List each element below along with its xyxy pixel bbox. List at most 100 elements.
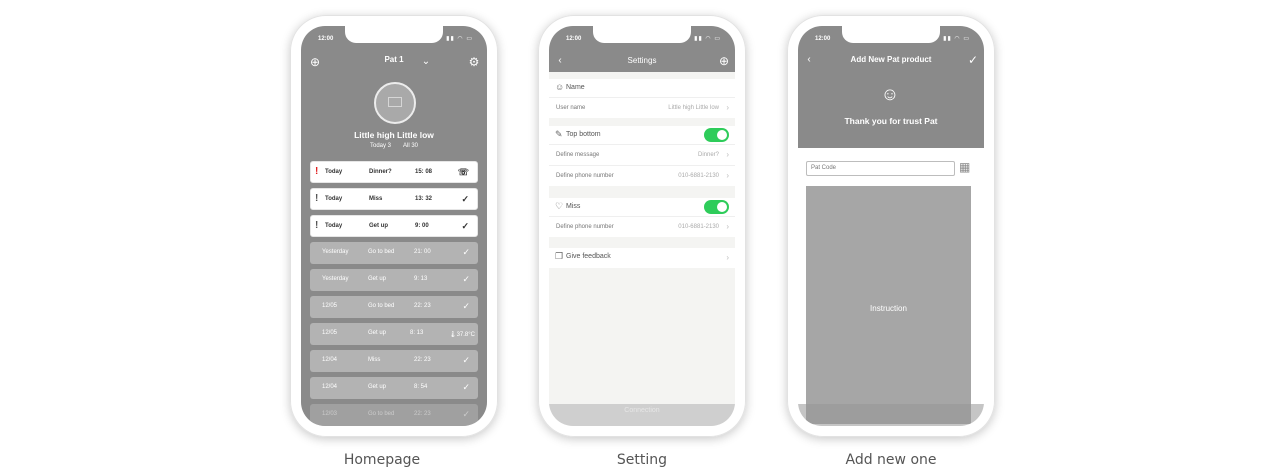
check-icon: ✓	[462, 355, 470, 365]
homepage-phone: 12:00 ▮▮ ◠ ▭ ⊕ Pat 1 ⌄ ⚙ Little high Lit…	[290, 15, 498, 437]
settings-phone: 12:00 ▮▮ ◠ ▭ ‹ Settings ⊕ ☺ Name User na…	[538, 15, 746, 437]
check-icon: ✓	[461, 221, 469, 231]
list-item[interactable]: 12/05 Go to bed 22: 23 ✓	[310, 296, 478, 318]
chevron-down-icon[interactable]: ⌄	[419, 55, 433, 69]
edit-icon: ✎	[555, 129, 563, 139]
pat-code-input[interactable]: Pat Code	[806, 161, 955, 176]
connection-footer[interactable]: Connection	[549, 404, 735, 426]
homepage-screen: 12:00 ▮▮ ◠ ▭ ⊕ Pat 1 ⌄ ⚙ Little high Lit…	[301, 26, 487, 426]
row-day: 12/03	[322, 411, 338, 417]
user-name-row[interactable]: User name Little high Little low ›	[549, 97, 735, 118]
check-icon: ✓	[462, 274, 470, 284]
instruction-label: Instruction	[870, 304, 907, 313]
list-item[interactable]: ! Today Miss 13: 32 ✓	[310, 188, 478, 210]
pet-selector[interactable]: Pat 1	[301, 55, 487, 64]
row-day: Yesterday	[322, 276, 349, 282]
add-new-caption: Add new one	[845, 452, 937, 468]
list-item[interactable]: ! Today Dinner? 15: 08 ☏	[310, 161, 478, 183]
list-item[interactable]: 12/04 Get up 8: 54 ✓	[310, 377, 478, 399]
thanks-text: Thank you for trust Pat	[844, 116, 938, 126]
page-title: Settings	[627, 56, 657, 65]
check-icon: ✓	[461, 194, 469, 204]
connection-label: Connection	[624, 407, 660, 414]
add-footer	[798, 404, 984, 426]
define-message-row[interactable]: Define message Dinner? ›	[549, 144, 735, 165]
add-circle-icon[interactable]: ⊕	[717, 54, 731, 68]
check-icon: ✓	[462, 382, 470, 392]
setting-caption: Setting	[616, 452, 668, 468]
row-time: 8: 13	[410, 330, 424, 336]
feedback-row[interactable]: ❐ Give feedback ›	[549, 248, 735, 268]
list-item[interactable]: 12/05 Get up 8: 13 🌡37.8°C	[310, 323, 478, 345]
row-time: 22: 23	[414, 357, 431, 363]
check-icon: ✓	[462, 409, 470, 419]
row-day: Today	[325, 223, 343, 229]
today-count: Today 3	[369, 143, 391, 149]
smile-icon: ☺	[880, 84, 900, 104]
row-event: Get up	[368, 330, 387, 336]
list-item[interactable]: Yesterday Go to bed 21: 00 ✓	[310, 242, 478, 264]
define-phone-label: Define phone number	[556, 173, 614, 179]
miss-phone-row[interactable]: Define phone number 010-6881-2130 ›	[549, 216, 735, 237]
row-event: Miss	[369, 196, 383, 202]
define-phone-row[interactable]: Define phone number 010-6881-2130 ›	[549, 165, 735, 186]
feedback-section[interactable]: ❐ Give feedback ›	[549, 248, 735, 268]
add-new-screen: ‹ Add New Pat product ✓ ☺ Thank you for …	[798, 26, 984, 426]
row-event: Dinner?	[369, 169, 392, 175]
gear-icon[interactable]: ⚙	[467, 55, 481, 69]
row-event: Get up	[368, 276, 387, 282]
row-time: 8: 54	[414, 384, 428, 390]
name-section-header: ☺ Name	[549, 79, 735, 97]
status-time: 12:00	[318, 36, 334, 42]
check-icon[interactable]: ✓	[966, 53, 980, 67]
alert-icon: !	[315, 220, 319, 231]
alert-icon: !	[315, 193, 319, 204]
thermometer-icon: 🌡37.8°C	[448, 332, 475, 338]
feedback-label: Give feedback	[566, 253, 611, 260]
chevron-right-icon: ›	[726, 150, 729, 159]
home-header: ⊕ Pat 1 ⌄ ⚙	[301, 52, 487, 72]
top-bottom-label: Top bottom	[566, 131, 601, 138]
check-icon: ✓	[462, 301, 470, 311]
list-item[interactable]: 12/03 Go to bed 22: 23 ✓	[310, 404, 478, 426]
list-item[interactable]: 12/04 Miss 22: 23 ✓	[310, 350, 478, 372]
define-phone-value: 010-6881-2130	[678, 173, 719, 179]
row-time: 22: 23	[414, 411, 431, 417]
row-event: Get up	[368, 384, 387, 390]
name-label: Name	[566, 84, 585, 91]
miss-toggle[interactable]	[704, 200, 729, 214]
status-icons: ▮▮ ◠ ▭	[943, 36, 970, 42]
row-time: 13: 32	[415, 196, 433, 202]
qr-code-icon[interactable]: ▦	[959, 161, 972, 174]
row-time: 15: 08	[415, 169, 433, 175]
chevron-right-icon: ›	[726, 171, 729, 180]
add-header: ‹ Add New Pat product ✓ ☺ Thank you for …	[798, 26, 984, 148]
feedback-icon: ❐	[555, 251, 564, 261]
define-message-value: Dinner?	[697, 152, 719, 158]
add-new-phone: ‹ Add New Pat product ✓ ☺ Thank you for …	[787, 15, 995, 437]
top-bottom-section: ✎ Top bottom Define message Dinner? › De…	[549, 126, 735, 186]
list-item[interactable]: Yesterday Get up 9: 13 ✓	[310, 269, 478, 291]
user-name-label: User name	[556, 105, 586, 111]
define-message-label: Define message	[556, 152, 600, 158]
row-time: 9: 00	[415, 223, 429, 229]
top-bottom-toggle[interactable]	[704, 128, 729, 142]
name-section: ☺ Name User name Little high Little low …	[549, 79, 735, 118]
top-bottom-header: ✎ Top bottom	[549, 126, 735, 144]
instruction-panel: Instruction	[806, 186, 971, 424]
heart-icon: ♡	[555, 201, 564, 211]
list-item[interactable]: ! Today Get up 9: 00 ✓	[310, 215, 478, 237]
row-day: 12/05	[322, 330, 338, 336]
row-day: 12/04	[322, 384, 338, 390]
settings-screen: 12:00 ▮▮ ◠ ▭ ‹ Settings ⊕ ☺ Name User na…	[549, 26, 735, 426]
row-event: Go to bed	[368, 411, 395, 417]
notch	[593, 26, 691, 43]
user-icon: ☺	[555, 82, 565, 92]
phone-icon[interactable]: ☏	[458, 167, 469, 178]
row-event: Go to bed	[368, 303, 395, 309]
row-day: 12/04	[322, 357, 338, 363]
avatar[interactable]	[374, 82, 416, 124]
event-list: ! Today Dinner? 15: 08 ☏ ! Today Miss 13…	[310, 161, 478, 426]
homepage-caption: Homepage	[343, 452, 421, 468]
miss-phone-label: Define phone number	[556, 224, 614, 230]
